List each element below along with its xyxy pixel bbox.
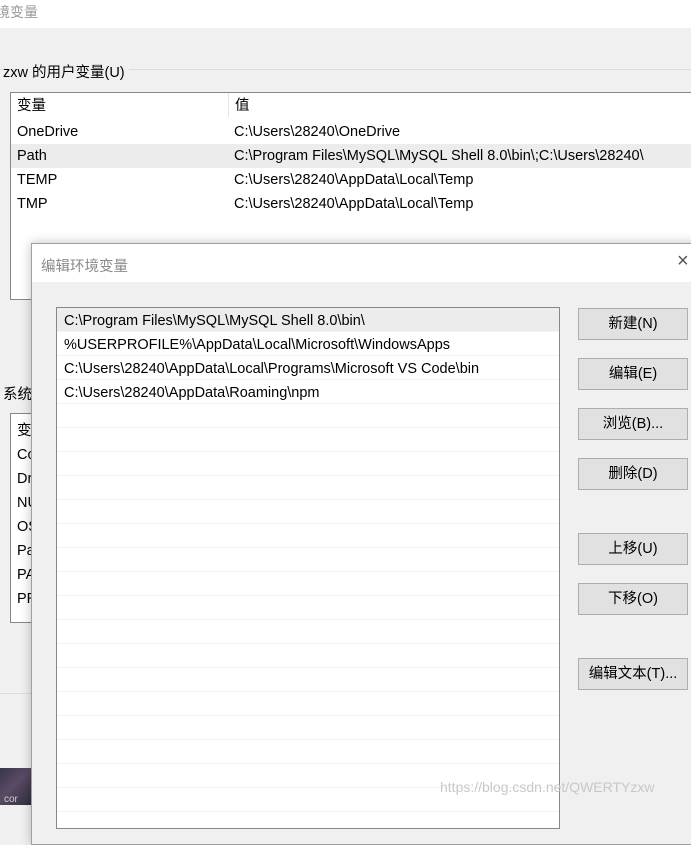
empty-row[interactable] (57, 620, 559, 644)
empty-row[interactable] (57, 692, 559, 716)
variable-name: TMP (17, 196, 48, 212)
path-entry-text: C:\Users\28240\AppData\Local\Programs\Mi… (64, 361, 480, 377)
user-vars-group-label: zxw 的用户变量(U) (3, 61, 129, 82)
variable-value: C:\Program Files\MySQL\MySQL Shell 8.0\b… (234, 148, 644, 164)
variable-value: C:\Users\28240\OneDrive (234, 124, 401, 140)
empty-row[interactable] (57, 500, 559, 524)
path-entry[interactable]: C:\Users\28240\AppData\Roaming\npm (57, 380, 559, 404)
edit-text-button[interactable]: 编辑文本(T)... (578, 658, 688, 690)
path-entry[interactable]: C:\Users\28240\AppData\Local\Programs\Mi… (57, 356, 559, 380)
move-up-button[interactable]: 上移(U) (578, 533, 688, 565)
empty-row[interactable] (57, 572, 559, 596)
column-header-value[interactable]: 值 (229, 93, 250, 117)
empty-row[interactable] (57, 524, 559, 548)
browse-button[interactable]: 浏览(B)... (578, 408, 688, 440)
empty-row[interactable] (57, 404, 559, 428)
close-icon[interactable]: × (677, 250, 689, 273)
empty-row[interactable] (57, 596, 559, 620)
move-down-button[interactable]: 下移(O) (578, 583, 688, 615)
empty-row[interactable] (57, 668, 559, 692)
path-entry-text: C:\Program Files\MySQL\MySQL Shell 8.0\b… (64, 313, 365, 329)
divider (0, 693, 32, 694)
empty-row[interactable] (57, 740, 559, 764)
window-title-bar: 境变量 (0, 0, 691, 28)
thumbnail-text: cor (4, 794, 18, 805)
variable-value: C:\Users\28240\AppData\Local\Temp (234, 196, 474, 212)
path-entry[interactable]: %USERPROFILE%\AppData\Local\Microsoft\Wi… (57, 332, 559, 356)
empty-row[interactable] (57, 428, 559, 452)
empty-row[interactable] (57, 644, 559, 668)
table-row[interactable]: TEMP C:\Users\28240\AppData\Local\Temp (11, 168, 691, 192)
new-button[interactable]: 新建(N) (578, 308, 688, 340)
table-row[interactable]: OneDrive C:\Users\28240\OneDrive (11, 120, 691, 144)
path-entry[interactable]: C:\Program Files\MySQL\MySQL Shell 8.0\b… (57, 308, 559, 332)
variable-value: C:\Users\28240\AppData\Local\Temp (234, 172, 474, 188)
edit-env-var-dialog: 编辑环境变量 × C:\Program Files\MySQL\MySQL Sh… (31, 243, 691, 845)
watermark: https://blog.csdn.net/QWERTYzxw (440, 779, 655, 795)
path-entries-list[interactable]: C:\Program Files\MySQL\MySQL Shell 8.0\b… (56, 307, 560, 829)
empty-row[interactable] (57, 812, 559, 828)
delete-button[interactable]: 删除(D) (578, 458, 688, 490)
empty-row[interactable] (57, 716, 559, 740)
window-title: 境变量 (0, 4, 38, 20)
column-header-variable[interactable]: 变量 (11, 93, 46, 117)
variable-name: Path (17, 148, 47, 164)
variable-name: TEMP (17, 172, 58, 188)
taskbar-thumbnail: cor (0, 768, 32, 805)
dialog-title: 编辑环境变量 (41, 259, 128, 275)
edit-button[interactable]: 编辑(E) (578, 358, 688, 390)
table-row[interactable]: TMP C:\Users\28240\AppData\Local\Temp (11, 192, 691, 216)
table-row[interactable]: Path C:\Program Files\MySQL\MySQL Shell 8… (11, 144, 691, 168)
empty-row[interactable] (57, 476, 559, 500)
system-vars-group-label: 系统 (3, 383, 32, 404)
list-item[interactable]: 变 (17, 419, 32, 443)
path-entry-text: C:\Users\28240\AppData\Roaming\npm (64, 385, 320, 401)
path-entry-text: %USERPROFILE%\AppData\Local\Microsoft\Wi… (64, 337, 451, 353)
variable-name: OneDrive (17, 124, 79, 140)
empty-row[interactable] (57, 548, 559, 572)
empty-row[interactable] (57, 452, 559, 476)
dialog-title-bar[interactable]: 编辑环境变量 × (32, 244, 691, 282)
